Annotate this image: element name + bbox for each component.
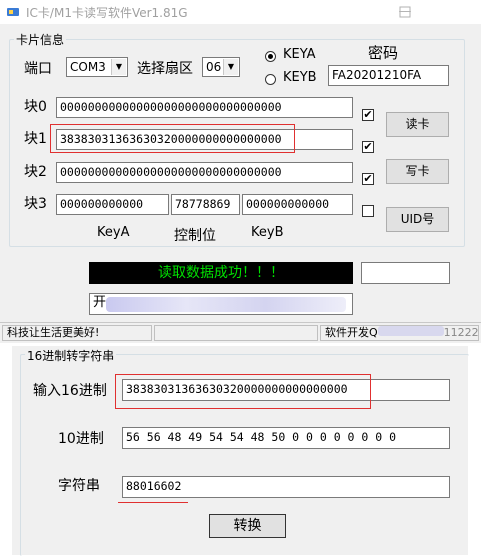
app-icon [7,8,19,16]
block0-input[interactable]: 00000000000000000000000000000000 [56,97,353,118]
empty-pane [154,325,318,341]
dropdown-arrow-icon: ▼ [223,59,238,75]
password-input[interactable]: FA20201210FA [328,65,449,86]
window-title: IC卡/M1卡读写软件Ver1.81G [26,6,188,20]
write-card-button[interactable]: 写卡 [386,159,449,184]
uid-button[interactable]: UID号 [386,207,449,232]
keyb-caption: KeyB [251,225,284,240]
string-label: 字符串 [58,478,100,494]
info-box: 开 [89,293,353,315]
check-icon: ✔ [363,108,373,121]
port-select-value: COM3 [70,60,106,74]
converter-window: 16进制转字符串 输入16进制 383830313636303200000000… [12,346,469,556]
sector-select[interactable]: 06 ▼ [202,57,240,77]
read-card-button[interactable]: 读卡 [386,112,449,137]
dec-output[interactable]: 56 56 48 49 54 54 48 50 0 0 0 0 0 0 0 0 [122,427,450,449]
block0-label: 块0 [24,99,47,115]
password-label: 密码 [368,44,399,62]
sector-select-value: 06 [206,60,222,74]
info-prefix: 开 [93,295,107,310]
keyb-radio-label: KEYB [283,70,317,85]
status-side-box [361,262,450,284]
keya-radio-label: KEYA [283,47,316,62]
check-icon: ✔ [363,140,373,153]
main-window: IC卡/M1卡读写软件Ver1.81G — 卡片信息 端口 COM3 ▼ 选择扇… [0,0,481,343]
converter-group-label: 16进制转字符串 [25,347,117,364]
port-select[interactable]: COM3 ▼ [66,57,128,77]
block3-access-input[interactable]: 78778869 [171,194,240,215]
card-info-group-label: 卡片信息 [14,31,67,48]
access-caption: 控制位 [174,228,216,244]
block1-highlight [50,124,295,153]
blurred-region [106,297,346,312]
dropdown-arrow-icon: ▼ [111,59,126,75]
string-underline [118,502,188,503]
developer-prefix: 软件开发Q [325,326,378,339]
convert-button[interactable]: 转换 [209,514,286,538]
block0-checkbox[interactable]: ✔ [362,109,374,121]
keya-caption: KeyA [97,225,130,240]
dec-label: 10进制 [58,431,104,447]
block3-checkbox[interactable] [362,205,374,217]
developer-suffix: 11222 [443,326,479,339]
block1-checkbox[interactable]: ✔ [362,141,374,153]
block2-checkbox[interactable]: ✔ [362,173,374,185]
block2-input[interactable]: 00000000000000000000000000000000 [56,162,353,183]
block3-label: 块3 [24,196,47,212]
port-label: 端口 [24,61,52,77]
keyb-radio[interactable] [265,74,276,85]
maximize-icon [399,6,411,18]
keya-radio[interactable] [265,51,276,62]
status-display: 读取数据成功！！！ [89,262,353,284]
check-icon: ✔ [363,172,373,185]
slogan-pane: 科技让生活更美好! [2,325,152,341]
block1-label: 块1 [24,131,47,147]
maximize-button[interactable] [392,2,418,22]
block3-keyb-input[interactable]: 000000000000 [242,194,353,215]
block3-keya-input[interactable]: 000000000000 [56,194,169,215]
string-output[interactable]: 88016602 [122,476,450,498]
block2-label: 块2 [24,164,47,180]
blurred-region [377,326,444,336]
status-bar: 科技让生活更美好! 软件开发Q 11222 [0,322,481,343]
developer-pane: 软件开发Q 11222 [320,325,479,341]
hex-highlight [115,374,371,409]
hex-label: 输入16进制 [33,383,107,399]
sector-label: 选择扇区 [137,61,193,77]
